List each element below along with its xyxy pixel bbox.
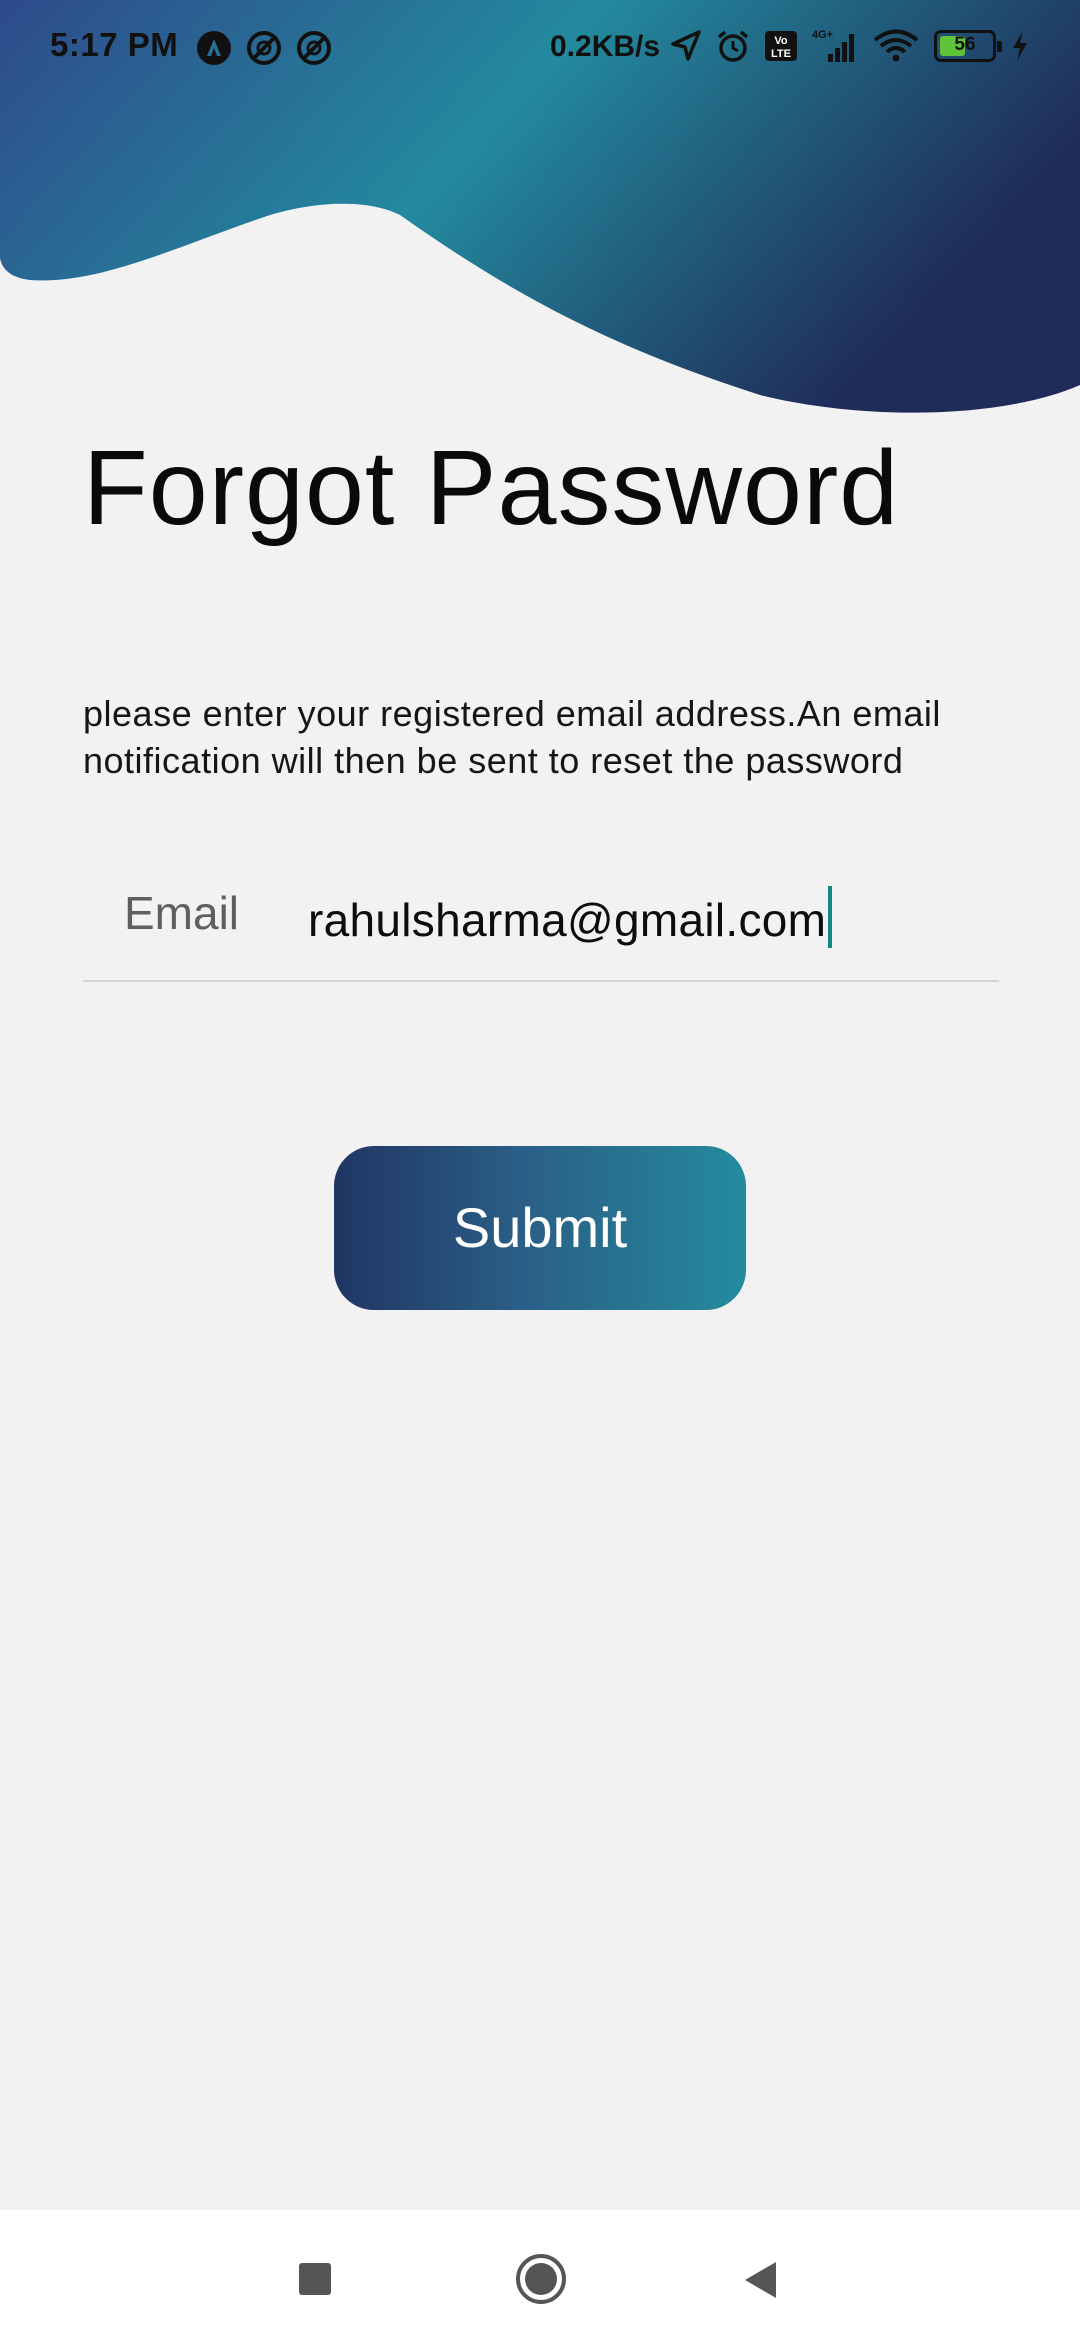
- app-notification-icon: [197, 31, 231, 65]
- recents-square-icon[interactable]: [298, 2262, 332, 2296]
- charging-icon: [1013, 31, 1027, 61]
- network-type-label: 4G+: [812, 29, 833, 41]
- submit-button[interactable]: Submit: [334, 1146, 746, 1310]
- status-bar: 5:17 PM 0.2KB/s Vo LTE 4G+ 56: [0, 0, 1080, 96]
- status-right-icons: Vo LTE 4G+ 56: [670, 28, 1030, 64]
- email-input[interactable]: rahulsharma@gmail.com: [308, 886, 833, 948]
- email-input-value: rahulsharma@gmail.com: [308, 894, 827, 946]
- page-title: Forgot Password: [83, 429, 900, 547]
- sync-icon: [297, 31, 331, 65]
- battery-level: 56: [954, 34, 976, 55]
- wifi-icon: [873, 29, 919, 62]
- sync-icon: [247, 31, 281, 65]
- status-left-icons: [196, 30, 332, 66]
- volte-icon: Vo LTE: [765, 31, 797, 61]
- text-cursor: [828, 886, 833, 948]
- back-triangle-icon[interactable]: [742, 2260, 778, 2300]
- alarm-icon: [717, 30, 749, 62]
- status-time: 5:17 PM: [50, 26, 179, 63]
- volte-text-top: Vo: [774, 35, 788, 47]
- location-arrow-icon: [671, 30, 701, 61]
- instructions-text: please enter your registered email addre…: [83, 693, 941, 781]
- volte-text-bottom: LTE: [771, 48, 791, 60]
- email-field[interactable]: Email rahulsharma@gmail.com: [83, 860, 999, 982]
- battery-nub: [997, 41, 1002, 52]
- signal-icon: 4G+: [812, 29, 854, 62]
- email-label: Email: [124, 887, 240, 939]
- battery-icon: 56: [934, 30, 1002, 62]
- navigation-bar: [0, 2210, 1080, 2340]
- network-speed: 0.2KB/s: [550, 30, 661, 63]
- home-circle-icon[interactable]: [514, 2252, 568, 2306]
